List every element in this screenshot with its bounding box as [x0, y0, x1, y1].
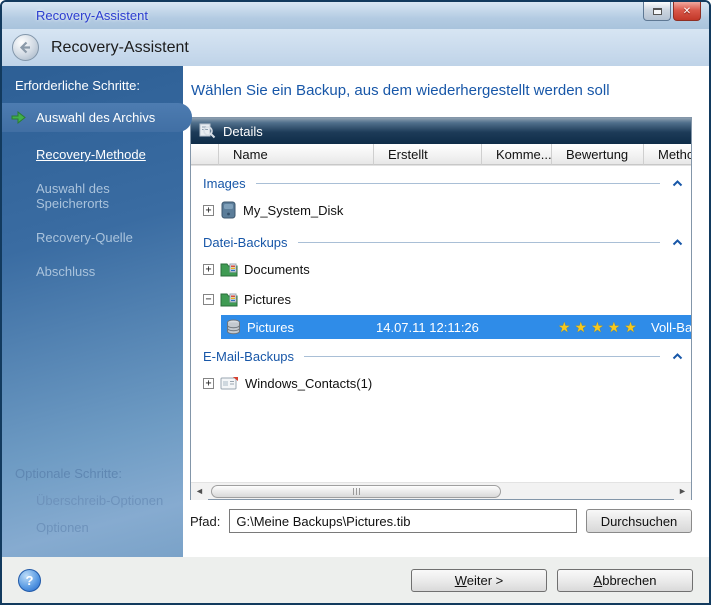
path-input[interactable]: [229, 509, 577, 533]
question-mark-icon: ?: [26, 573, 34, 588]
path-row: Pfad: Durchsuchen: [190, 509, 692, 533]
group-label: Datei-Backups: [203, 235, 288, 250]
column-header-bewertung[interactable]: Bewertung: [552, 144, 644, 165]
sidebar-item-auswahl-des-archivs[interactable]: Auswahl des Archivs: [2, 103, 192, 132]
backup-list-panel: Details Name Erstellt Komme... Bewertung…: [190, 117, 692, 500]
sidebar-item-label: Auswahl des Archivs: [36, 110, 155, 125]
tree-row-windows-contacts[interactable]: + Windows_Contacts(1): [191, 368, 691, 398]
sidebar-item-recovery-quelle: Recovery-Quelle: [2, 224, 183, 251]
scroll-left-button[interactable]: ◄: [191, 483, 208, 500]
group-header-email-backups: E-Mail-Backups: [191, 344, 691, 368]
tree-row-documents[interactable]: + Documents: [191, 254, 691, 284]
optional-steps-label: Optionale Schritte:: [2, 466, 183, 481]
collapse-chevron-icon[interactable]: [672, 180, 683, 187]
column-header-methode[interactable]: Metho: [644, 144, 691, 165]
group-divider: [304, 356, 660, 357]
group-header-datei-backups: Datei-Backups: [191, 230, 691, 254]
main-content: Wählen Sie ein Backup, aus dem wiederher…: [183, 66, 709, 557]
title-bar[interactable]: Recovery-Assistent ✕: [2, 2, 709, 29]
selected-row-name: Pictures: [247, 320, 294, 335]
help-button[interactable]: ?: [18, 569, 41, 592]
backup-version-icon: [225, 319, 242, 335]
recovery-assistant-window: Recovery-Assistent ✕ Recovery-Assistent …: [0, 0, 711, 605]
backup-tree-list: Images +: [191, 166, 691, 482]
required-steps-label: Erforderliche Schritte:: [2, 78, 183, 93]
footer-bar: ? Weiter > Abbrechen: [2, 557, 709, 603]
row-label: Windows_Contacts(1): [245, 376, 372, 391]
group-divider: [298, 242, 660, 243]
restore-icon: [653, 8, 662, 15]
expand-icon[interactable]: +: [203, 378, 214, 389]
current-step-arrow-icon: [11, 111, 26, 124]
details-icon: [199, 123, 216, 139]
tree-row-my-system-disk[interactable]: + My_System_Disk: [191, 195, 691, 225]
selected-backup-row-pictures[interactable]: Pictures 14.07.11 12:11:26 ★★★★★ Voll-Ba: [221, 315, 691, 339]
page-title: Wählen Sie ein Backup, aus dem wiederher…: [191, 82, 692, 99]
group-header-images: Images: [191, 171, 691, 195]
sidebar-item-ueberschreib-optionen: Überschreib-Optionen: [2, 489, 183, 512]
row-label: My_System_Disk: [243, 203, 343, 218]
table-header-row: Name Erstellt Komme... Bewertung Metho: [191, 144, 691, 166]
disk-image-icon: [220, 201, 237, 219]
rating-stars[interactable]: ★★★★★: [558, 319, 641, 336]
window-title: Recovery-Assistent: [36, 8, 148, 23]
row-label: Pictures: [244, 292, 291, 307]
restore-button[interactable]: [643, 2, 671, 21]
selected-row-created: 14.07.11 12:11:26: [376, 320, 479, 335]
group-label: Images: [203, 176, 246, 191]
details-button[interactable]: Details: [199, 123, 263, 139]
close-icon: ✕: [683, 6, 691, 17]
close-button[interactable]: ✕: [673, 2, 701, 21]
column-header-erstellt[interactable]: Erstellt: [374, 144, 482, 165]
file-backup-folder-icon: [220, 261, 238, 277]
column-header-name[interactable]: Name: [219, 144, 374, 165]
path-label: Pfad:: [190, 514, 220, 529]
wizard-header: Recovery-Assistent: [2, 29, 709, 66]
scroll-right-button[interactable]: ►: [674, 483, 691, 500]
cancel-button[interactable]: Abbrechen: [557, 569, 693, 592]
collapse-chevron-icon[interactable]: [672, 353, 683, 360]
back-arrow-icon: [18, 40, 33, 55]
wizard-title: Recovery-Assistent: [51, 39, 189, 57]
row-label: Documents: [244, 262, 310, 277]
group-label: E-Mail-Backups: [203, 349, 294, 364]
sidebar-item-auswahl-des-speicherorts: Auswahl des Speicherorts: [2, 175, 122, 217]
horizontal-scrollbar[interactable]: ◄ ►: [191, 482, 691, 499]
collapse-icon[interactable]: −: [203, 294, 214, 305]
scrollbar-thumb[interactable]: [211, 485, 501, 498]
group-divider: [256, 183, 660, 184]
sidebar-item-abschluss: Abschluss: [2, 258, 183, 285]
back-button[interactable]: [12, 34, 39, 61]
tree-row-pictures[interactable]: − Pictures: [191, 284, 691, 314]
details-label: Details: [223, 124, 263, 139]
expand-icon[interactable]: +: [203, 264, 214, 275]
file-backup-folder-icon: [220, 291, 238, 307]
browse-button[interactable]: Durchsuchen: [586, 509, 692, 533]
column-header-empty[interactable]: [191, 144, 219, 165]
column-header-kommentar[interactable]: Komme...: [482, 144, 552, 165]
list-toolbar: Details: [191, 118, 691, 144]
next-button[interactable]: Weiter >: [411, 569, 547, 592]
selected-row-method: Voll-Ba: [651, 320, 691, 335]
collapse-chevron-icon[interactable]: [672, 239, 683, 246]
contacts-backup-icon: [220, 376, 239, 391]
sidebar-item-recovery-methode[interactable]: Recovery-Methode: [2, 141, 183, 168]
expand-icon[interactable]: +: [203, 205, 214, 216]
steps-sidebar: Erforderliche Schritte: Auswahl des Arch…: [2, 66, 183, 557]
sidebar-item-optionen: Optionen: [2, 516, 183, 539]
